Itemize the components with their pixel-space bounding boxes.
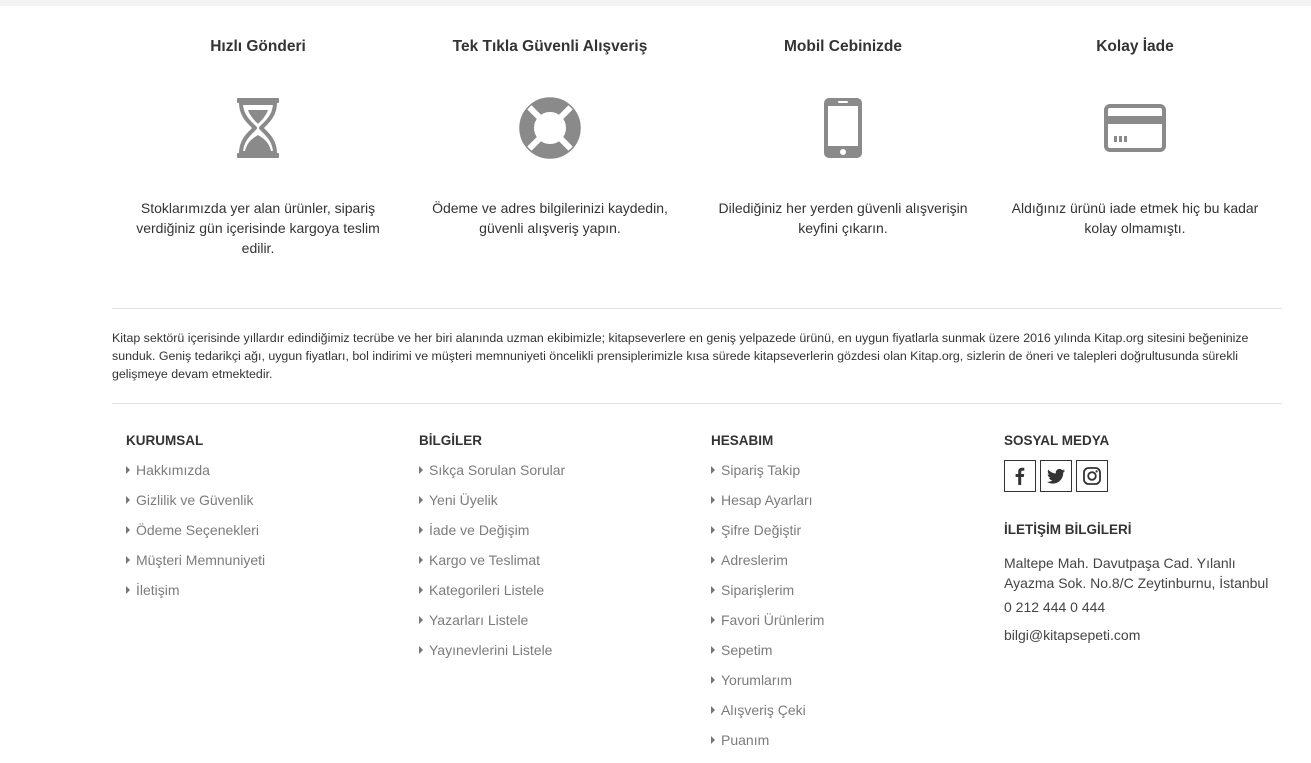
caret-right-icon	[711, 496, 715, 504]
caret-right-icon	[711, 466, 715, 474]
feature-text: Ödeme ve adres bilgilerinizi kaydedin, g…	[432, 200, 668, 236]
contact-address: Maltepe Mah. Davutpaşa Cad. Yılanlı Ayaz…	[1004, 555, 1269, 591]
link-list: Sipariş Takip Hesap Ayarları Şifre Değiş…	[711, 463, 991, 763]
caret-right-icon	[126, 526, 130, 534]
footer-link-hakkimizda[interactable]: Hakkımızda	[126, 463, 406, 493]
caret-right-icon	[419, 646, 423, 654]
footer-link-sepetim[interactable]: Sepetim	[711, 643, 991, 673]
footer-link-odeme-secenekleri[interactable]: Ödeme Seçenekleri	[126, 523, 406, 553]
footer-link-sifre-degistir[interactable]: Şifre Değiştir	[711, 523, 991, 553]
col-hesabim: HESABIM Sipariş Takip Hesap Ayarları Şif…	[711, 432, 991, 763]
feature-text: Aldığınız ürünü iade etmek hiç bu kadar …	[1011, 200, 1259, 236]
caret-right-icon	[126, 556, 130, 564]
footer-link-kargo-teslimat[interactable]: Kargo ve Teslimat	[419, 553, 699, 583]
contact-email: bilgi@kitapsepeti.com	[1004, 625, 1304, 645]
footer-link-favori-urunlerim[interactable]: Favori Ürünlerim	[711, 613, 991, 643]
link-list: Hakkımızda Gizlilik ve Güvenlik Ödeme Se…	[126, 463, 406, 613]
footer-link-puanim[interactable]: Puanım	[711, 733, 991, 763]
caret-right-icon	[711, 736, 715, 744]
caret-right-icon	[419, 466, 423, 474]
footer-link-yorumlarim[interactable]: Yorumlarım	[711, 673, 991, 703]
caret-right-icon	[711, 616, 715, 624]
caret-right-icon	[126, 466, 130, 474]
caret-right-icon	[711, 586, 715, 594]
divider	[112, 403, 1282, 404]
facebook-icon	[1015, 467, 1025, 485]
mobile-phone-icon	[811, 96, 875, 160]
footer-link-yayinevleri[interactable]: Yayınevlerini Listele	[419, 643, 699, 673]
twitter-button[interactable]	[1040, 460, 1072, 492]
col-title: KURUMSAL	[126, 433, 204, 448]
feature-title: Hızlı Gönderi	[210, 38, 306, 55]
link-list: Sıkça Sorulan Sorular Yeni Üyelik İade v…	[419, 463, 699, 673]
footer-link-iletisim[interactable]: İletişim	[126, 583, 406, 613]
features-section: Hızlı Gönderi Stoklarımızda yer alan ürü…	[0, 6, 1311, 308]
feature-title: Tek Tıkla Güvenli Alışveriş	[452, 38, 648, 55]
footer-link-musteri-memnuniyeti[interactable]: Müşteri Memnuniyeti	[126, 553, 406, 583]
caret-right-icon	[126, 586, 130, 594]
instagram-button[interactable]	[1076, 460, 1108, 492]
footer-link-iade-degisim[interactable]: İade ve Değişim	[419, 523, 699, 553]
caret-right-icon	[711, 526, 715, 534]
lifebuoy-icon	[518, 96, 582, 160]
footer-link-sss[interactable]: Sıkça Sorulan Sorular	[419, 463, 699, 493]
caret-right-icon	[419, 526, 423, 534]
facebook-button[interactable]	[1004, 460, 1036, 492]
hourglass-icon	[226, 96, 290, 160]
caret-right-icon	[419, 616, 423, 624]
caret-right-icon	[419, 586, 423, 594]
col-title: HESABIM	[711, 433, 774, 448]
footer-link-kategoriler[interactable]: Kategorileri Listele	[419, 583, 699, 613]
footer-link-alisveris-ceki[interactable]: Alışveriş Çeki	[711, 703, 991, 733]
footer-link-siparis-takip[interactable]: Sipariş Takip	[711, 463, 991, 493]
caret-right-icon	[711, 556, 715, 564]
col-title: BİLGİLER	[419, 433, 482, 448]
divider	[112, 308, 1282, 309]
col-bilgiler: BİLGİLER Sıkça Sorulan Sorular Yeni Üyel…	[419, 432, 699, 673]
footer-link-adreslerim[interactable]: Adreslerim	[711, 553, 991, 583]
social-links	[1004, 460, 1304, 492]
col-sosyal-iletisim: SOSYAL MEDYA İLETİŞİM BİLGİLERİ Maltepe …	[1004, 432, 1304, 645]
feature-title: Mobil Cebinizde	[784, 38, 902, 55]
caret-right-icon	[419, 556, 423, 564]
feature-text: Dilediğiniz her yerden güvenli alışveriş…	[718, 200, 968, 236]
feature-title: Kolay İade	[1096, 38, 1174, 55]
contact-phone: 0 212 444 0 444	[1004, 599, 1106, 615]
caret-right-icon	[126, 496, 130, 504]
contact-title: İLETİŞİM BİLGİLERİ	[1004, 522, 1132, 537]
footer-link-yeni-uyelik[interactable]: Yeni Üyelik	[419, 493, 699, 523]
footer-link-yazarlar[interactable]: Yazarları Listele	[419, 613, 699, 643]
footer-link-gizlilik[interactable]: Gizlilik ve Güvenlik	[126, 493, 406, 523]
col-title: SOSYAL MEDYA	[1004, 433, 1110, 448]
caret-right-icon	[711, 646, 715, 654]
footer-link-hesap-ayarlari[interactable]: Hesap Ayarları	[711, 493, 991, 523]
footer-link-siparislerim[interactable]: Siparişlerim	[711, 583, 991, 613]
caret-right-icon	[711, 706, 715, 714]
caret-right-icon	[419, 496, 423, 504]
caret-right-icon	[711, 676, 715, 684]
about-text: Kitap sektörü içerisinde yıllardır edind…	[112, 331, 1249, 381]
col-kurumsal: KURUMSAL Hakkımızda Gizlilik ve Güvenlik…	[126, 432, 406, 613]
twitter-icon	[1047, 468, 1065, 484]
instagram-icon	[1083, 467, 1101, 485]
email-link[interactable]: bilgi@kitapsepeti.com	[1004, 627, 1140, 643]
credit-card-icon	[1103, 96, 1167, 160]
feature-text: Stoklarımızda yer alan ürünler, sipariş …	[136, 200, 380, 256]
